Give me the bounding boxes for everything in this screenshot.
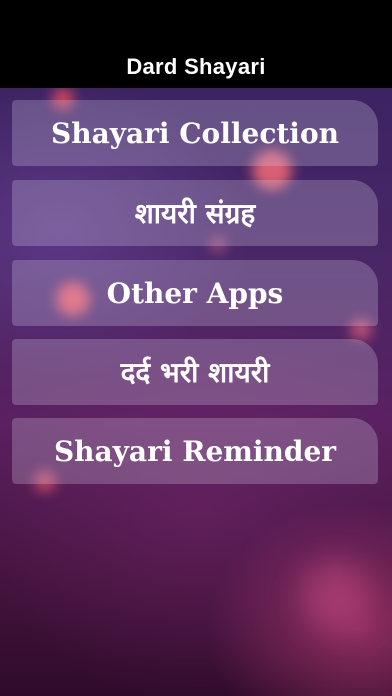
menu-item-label: Shayari Collection [51, 116, 339, 150]
menu-item-label: दर्द भरी शायरी [120, 356, 270, 389]
menu-item-label: Shayari Reminder [53, 434, 337, 468]
dard-bhari-shayari-button[interactable]: दर्द भरी शायरी [12, 339, 378, 405]
shayari-collection-button[interactable]: Shayari Collection [12, 100, 378, 166]
menu-item-label: Other Apps [106, 276, 284, 310]
navigation-bar: Dard Shayari [0, 0, 392, 88]
shayari-sangrah-button[interactable]: शायरी संग्रह [12, 180, 378, 246]
shayari-reminder-button[interactable]: Shayari Reminder [12, 418, 378, 484]
app-screen: Dard Shayari Shayari Collection शायरी सं… [0, 0, 392, 696]
main-menu: Shayari Collection शायरी संग्रह Other Ap… [0, 0, 392, 696]
page-title: Dard Shayari [126, 54, 266, 79]
other-apps-button[interactable]: Other Apps [12, 260, 378, 326]
menu-item-label: शायरी संग्रह [134, 197, 256, 230]
